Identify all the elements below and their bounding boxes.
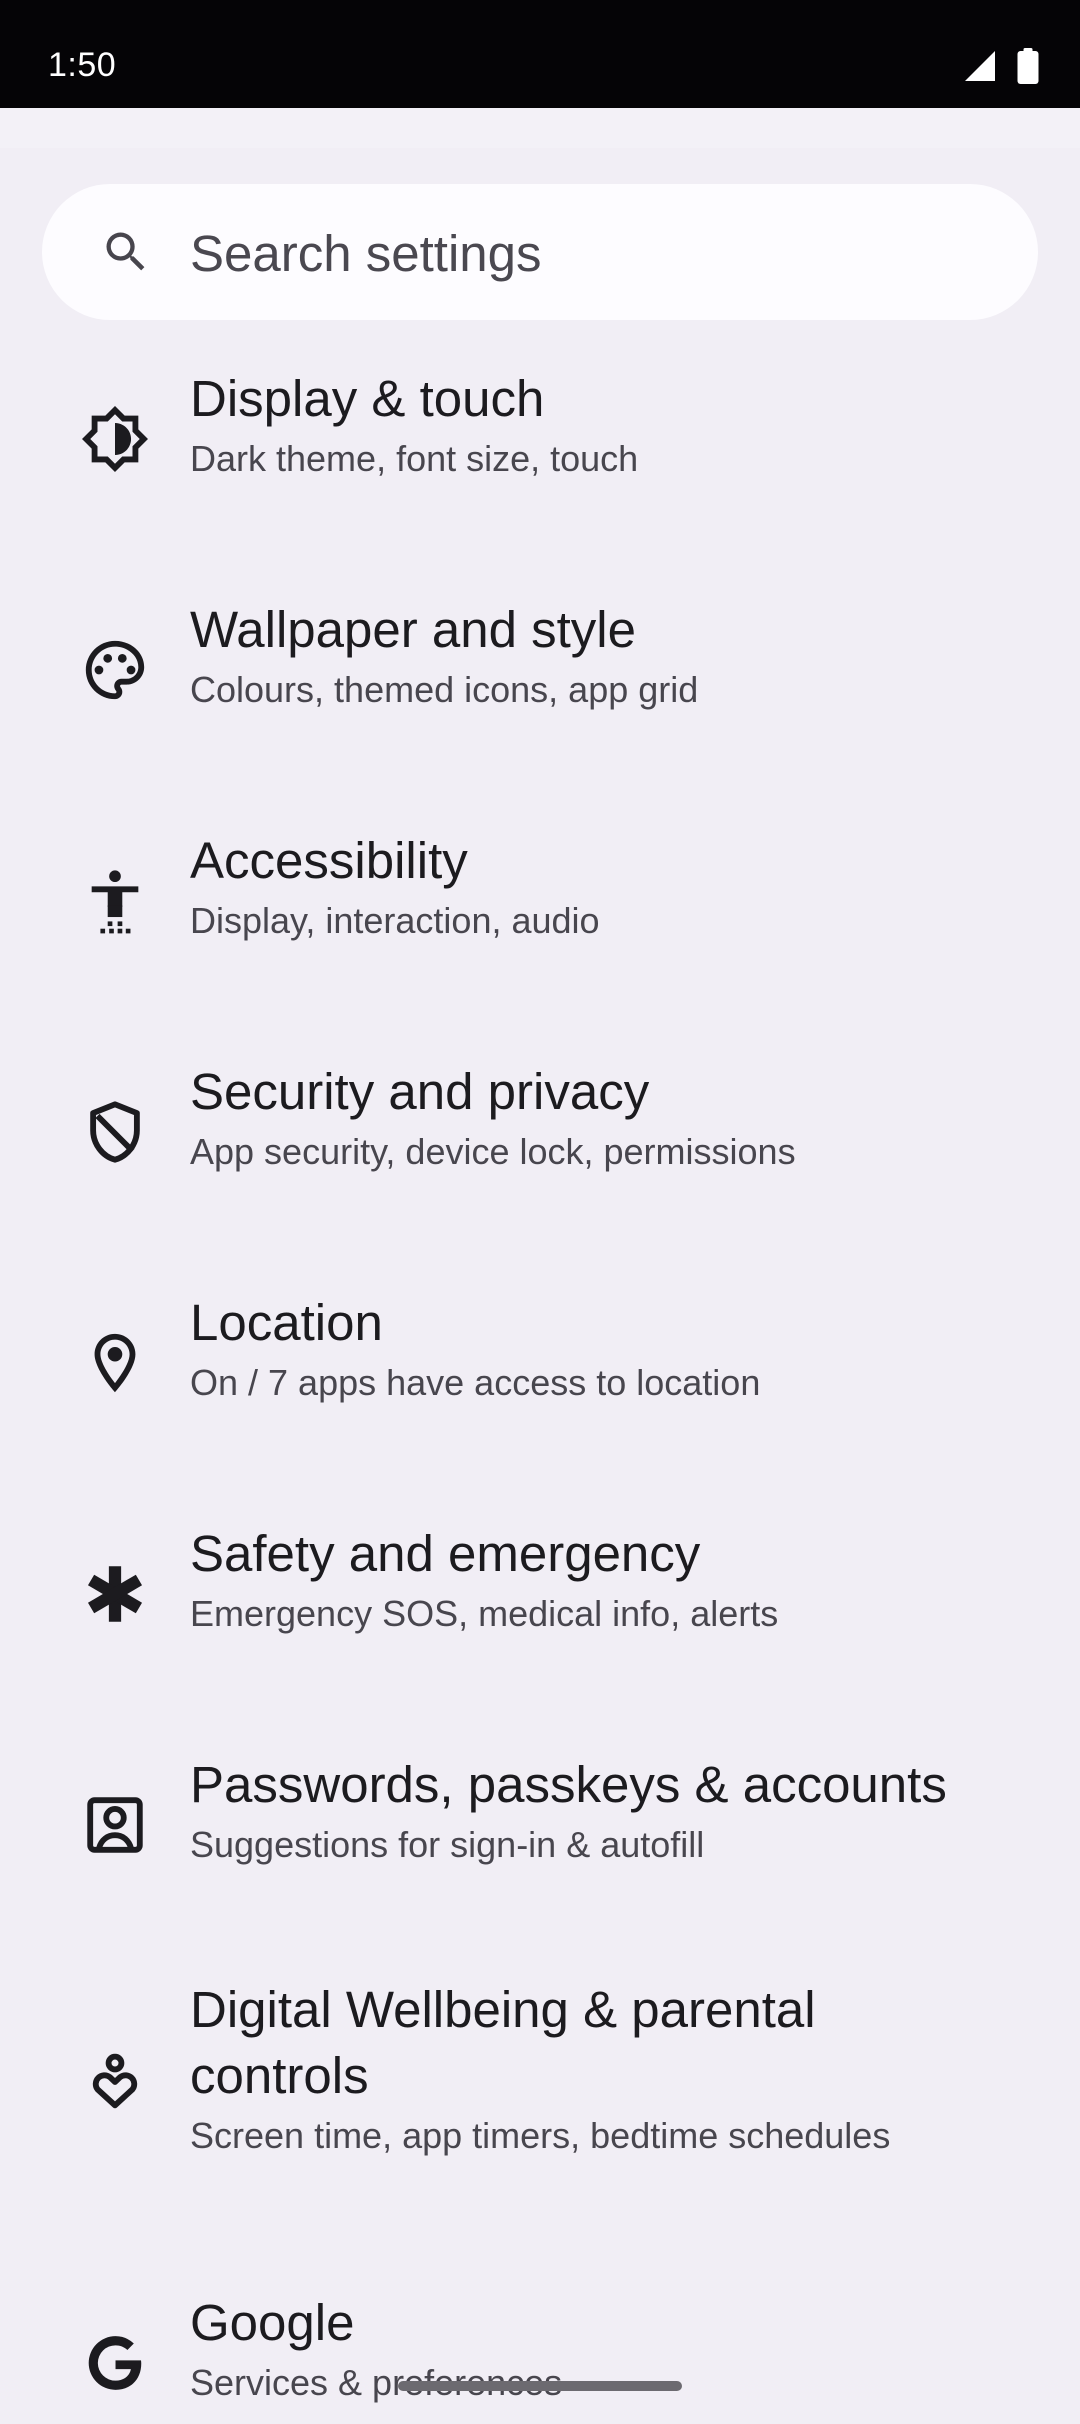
wellbeing-icon (80, 2047, 150, 2117)
settings-item-display[interactable]: Display & touch Dark theme, font size, t… (0, 366, 1080, 566)
top-tint (0, 108, 1080, 148)
display-brightness-icon (80, 404, 150, 474)
item-title: Security and privacy (190, 1063, 650, 1120)
settings-item-accessibility[interactable]: Accessibility Display, interaction, audi… (0, 828, 1080, 1028)
settings-item-passwords[interactable]: Passwords, passkeys & accounts Suggestio… (0, 1752, 1080, 1952)
settings-item-security[interactable]: Security and privacy App security, devic… (0, 1059, 1080, 1259)
item-subtitle: Colours, themed icons, app grid (190, 669, 699, 710)
settings-page: Search settings Display & touch Dark the… (0, 108, 1080, 2424)
account-box-icon (80, 1790, 150, 1860)
item-title: Passwords, passkeys & accounts (190, 1756, 947, 1813)
item-subtitle: Display, interaction, audio (190, 900, 600, 941)
settings-item-wellbeing[interactable]: Digital Wellbeing & parental controls Sc… (0, 1977, 1080, 2247)
battery-icon (1017, 48, 1039, 84)
item-title: Safety and emergency (190, 1525, 701, 1582)
item-title: Wallpaper and style (190, 601, 637, 658)
item-title: Accessibility (190, 832, 468, 889)
palette-icon (80, 635, 150, 705)
home-indicator[interactable] (398, 2381, 682, 2391)
accessibility-icon (80, 866, 150, 936)
location-pin-icon (80, 1328, 150, 1398)
settings-item-google[interactable]: Google Services & preferences (0, 2290, 1080, 2424)
item-subtitle: Emergency SOS, medical info, alerts (190, 1593, 779, 1634)
google-icon (80, 2328, 150, 2398)
status-bar: 1:50 (0, 0, 1080, 108)
item-subtitle: On / 7 apps have access to location (190, 1362, 761, 1403)
settings-item-safety[interactable]: Safety and emergency Emergency SOS, medi… (0, 1521, 1080, 1721)
signal-icon (965, 51, 995, 81)
item-subtitle: App security, device lock, permissions (190, 1131, 796, 1172)
asterisk-icon (80, 1559, 150, 1629)
item-subtitle: Dark theme, font size, touch (190, 438, 639, 479)
status-time: 1:50 (48, 46, 117, 84)
item-title: Digital Wellbeing & parental controls (190, 1981, 816, 2104)
search-input[interactable]: Search settings (190, 224, 542, 283)
status-icons (962, 48, 1040, 84)
shield-icon (80, 1097, 150, 1167)
search-bar[interactable]: Search settings (42, 184, 1038, 320)
item-subtitle: Suggestions for sign-in & autofill (190, 1824, 705, 1865)
item-title: Location (190, 1294, 383, 1351)
search-icon (106, 232, 145, 271)
settings-item-location[interactable]: Location On / 7 apps have access to loca… (0, 1290, 1080, 1490)
item-subtitle: Screen time, app timers, bedtime schedul… (190, 2115, 891, 2156)
settings-item-wallpaper[interactable]: Wallpaper and style Colours, themed icon… (0, 597, 1080, 797)
item-title: Google (190, 2294, 355, 2351)
item-title: Display & touch (190, 370, 545, 427)
